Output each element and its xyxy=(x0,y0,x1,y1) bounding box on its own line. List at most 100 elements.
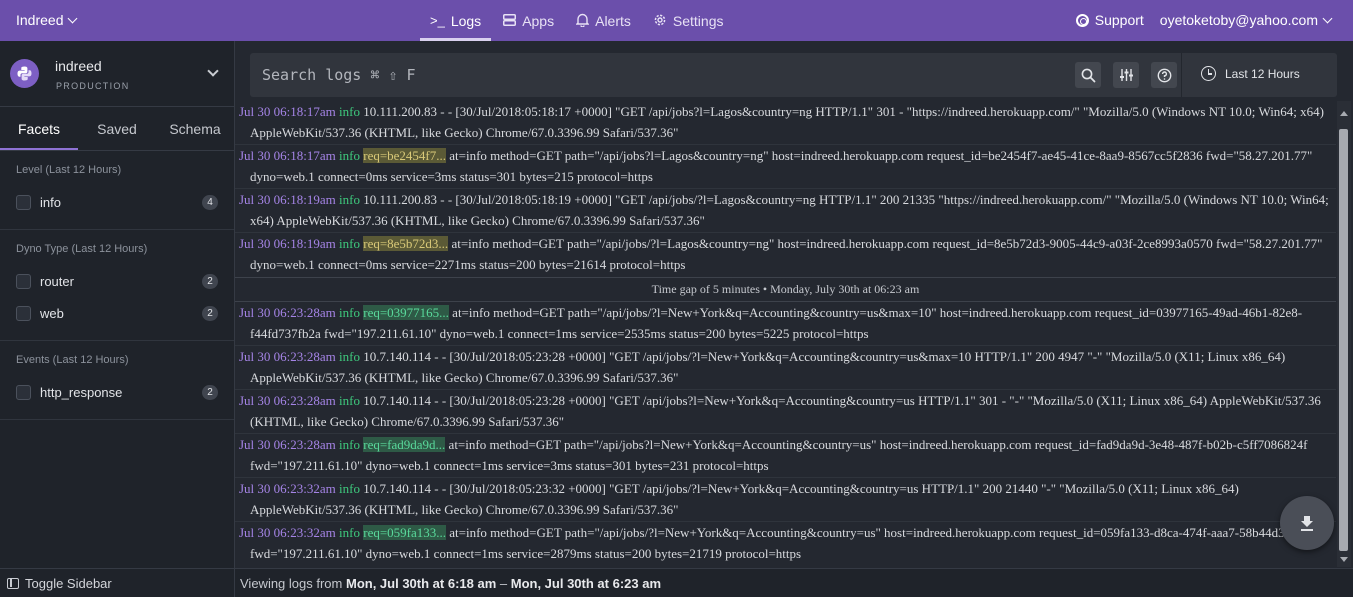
facet-count-badge: 2 xyxy=(202,384,218,400)
log-scrollbar[interactable] xyxy=(1337,101,1351,567)
log-message: 10.111.200.83 - - [30/Jul/2018:05:18:19 … xyxy=(250,192,1329,228)
log-level[interactable]: info xyxy=(339,104,360,119)
nav-settings[interactable]: Settings xyxy=(643,0,734,41)
support-link[interactable]: Support xyxy=(1075,12,1144,28)
footer-separator: – xyxy=(499,575,508,591)
log-stream[interactable]: Time gap of 5 minutes • Monday, July 30t… xyxy=(235,101,1336,567)
facet-checkbox[interactable] xyxy=(16,273,31,289)
tab-saved[interactable]: Saved xyxy=(78,107,156,150)
search-bar-divider xyxy=(1181,53,1182,97)
log-timestamp[interactable]: Jul 30 06:23:28am xyxy=(239,349,336,364)
nav-alerts-label: Alerts xyxy=(595,12,631,29)
help-button[interactable] xyxy=(1151,62,1177,88)
log-level[interactable]: info xyxy=(339,192,360,207)
log-line[interactable]: Jul 30 06:18:17am info 10.111.200.83 - -… xyxy=(239,101,1331,143)
log-line[interactable]: Jul 30 06:18:19am info 10.111.200.83 - -… xyxy=(239,189,1331,231)
facet-item-http-response[interactable]: http_response 2 xyxy=(16,382,218,402)
app-switcher-label: Indreed xyxy=(16,12,64,28)
python-icon xyxy=(17,66,32,81)
log-timestamp[interactable]: Jul 30 06:23:28am xyxy=(239,437,336,452)
log-level[interactable]: info xyxy=(339,481,360,496)
download-logs-button[interactable] xyxy=(1280,496,1334,550)
facet-count-badge: 4 xyxy=(202,194,218,210)
log-line[interactable]: Jul 30 06:23:32am info 10.7.140.114 - - … xyxy=(239,478,1331,520)
facet-count-badge: 2 xyxy=(202,305,218,321)
log-timestamp[interactable]: Jul 30 06:18:17am xyxy=(239,148,336,163)
app-environment: PRODUCTION xyxy=(56,81,130,91)
facet-checkbox[interactable] xyxy=(16,305,31,321)
download-icon xyxy=(1301,516,1313,531)
facet-label: http_response xyxy=(40,384,123,400)
log-timestamp[interactable]: Jul 30 06:18:19am xyxy=(239,236,336,251)
search-button[interactable] xyxy=(1075,62,1101,88)
clock-icon xyxy=(1201,66,1216,81)
user-menu[interactable]: oyetoketoby@yahoo.com xyxy=(1160,12,1333,28)
log-line[interactable]: Jul 30 06:23:28am info 10.7.140.114 - - … xyxy=(239,346,1331,388)
log-level[interactable]: info xyxy=(339,349,360,364)
facet-group-title: Events (Last 12 Hours) xyxy=(16,354,129,366)
facet-label: web xyxy=(40,305,64,321)
log-timestamp[interactable]: Jul 30 06:23:28am xyxy=(239,305,336,320)
log-line[interactable]: Jul 30 06:23:28am info 10.7.140.114 - - … xyxy=(239,390,1331,432)
facet-group-title: Level (Last 12 Hours) xyxy=(16,164,122,176)
app-switcher[interactable]: Indreed xyxy=(16,12,78,28)
log-level[interactable]: info xyxy=(339,437,360,452)
filters-button[interactable] xyxy=(1113,62,1139,88)
nav-alerts[interactable]: Alerts xyxy=(566,0,641,41)
request-id-tag[interactable]: req=fad9da9d... xyxy=(363,437,446,452)
log-line[interactable]: Jul 30 06:23:28am info req=fad9da9d... a… xyxy=(239,434,1331,476)
log-level[interactable]: info xyxy=(339,305,360,320)
request-id-tag[interactable]: req=03977165... xyxy=(363,305,449,320)
top-nav-bar: Indreed >_ Logs Apps Alerts Settings Sup… xyxy=(0,0,1353,41)
scroll-down-arrow[interactable] xyxy=(1340,557,1348,562)
request-id-tag[interactable]: req=be2454f7... xyxy=(363,148,447,163)
facet-item-router[interactable]: router 2 xyxy=(16,271,218,291)
log-message: 10.7.140.114 - - [30/Jul/2018:05:23:28 +… xyxy=(250,393,1321,429)
apps-icon xyxy=(503,13,517,28)
facet-item-web[interactable]: web 2 xyxy=(16,303,218,323)
log-line[interactable]: Jul 30 06:23:32am info req=059fa133... a… xyxy=(239,522,1331,564)
request-id-tag[interactable]: req=8e5b72d3... xyxy=(363,236,449,251)
log-line[interactable]: Jul 30 06:18:17am info req=be2454f7... a… xyxy=(239,145,1331,187)
time-range-picker[interactable]: Last 12 Hours xyxy=(1201,66,1300,81)
app-selector[interactable]: indreed PRODUCTION xyxy=(0,41,234,107)
chevron-down-icon xyxy=(1322,13,1333,23)
bell-icon xyxy=(575,13,590,29)
nav-apps-label: Apps xyxy=(522,12,555,29)
facet-checkbox[interactable] xyxy=(16,194,31,210)
footer-prefix: Viewing logs from xyxy=(240,575,343,591)
scroll-up-arrow[interactable] xyxy=(1340,111,1348,116)
request-id-tag[interactable]: req=059fa133... xyxy=(363,525,447,540)
facet-checkbox[interactable] xyxy=(16,384,31,400)
scroll-thumb[interactable] xyxy=(1339,129,1348,551)
chevron-down-icon xyxy=(68,13,78,23)
log-message: 10.111.200.83 - - [30/Jul/2018:05:18:17 … xyxy=(250,104,1324,140)
time-range-label: Last 12 Hours xyxy=(1225,66,1300,81)
log-timestamp[interactable]: Jul 30 06:23:32am xyxy=(239,525,336,540)
log-level[interactable]: info xyxy=(339,393,360,408)
log-line[interactable]: Jul 30 06:23:28am info req=03977165... a… xyxy=(239,302,1331,344)
facet-item-info[interactable]: info 4 xyxy=(16,192,218,212)
log-timestamp[interactable]: Jul 30 06:23:28am xyxy=(239,393,336,408)
search-bar: Last 12 Hours xyxy=(250,53,1337,97)
nav-apps[interactable]: Apps xyxy=(493,0,564,41)
search-input[interactable] xyxy=(250,53,1070,97)
log-timestamp[interactable]: Jul 30 06:18:19am xyxy=(239,192,336,207)
log-line[interactable]: Jul 30 06:18:19am info req=8e5b72d3... a… xyxy=(239,233,1331,275)
toggle-sidebar-button[interactable]: Toggle Sidebar xyxy=(0,568,235,597)
log-level[interactable]: info xyxy=(339,148,360,163)
log-timestamp[interactable]: Jul 30 06:18:17am xyxy=(239,104,336,119)
log-level[interactable]: info xyxy=(339,236,360,251)
nav-logs[interactable]: >_ Logs xyxy=(420,0,492,41)
search-icon xyxy=(1081,68,1095,82)
help-icon xyxy=(1157,68,1171,82)
log-timestamp[interactable]: Jul 30 06:23:32am xyxy=(239,481,336,496)
app-avatar xyxy=(10,59,39,88)
tab-schema[interactable]: Schema xyxy=(156,107,234,150)
support-label: Support xyxy=(1094,12,1144,28)
toggle-sidebar-label: Toggle Sidebar xyxy=(25,575,112,591)
tab-facets[interactable]: Facets xyxy=(0,107,78,150)
log-level[interactable]: info xyxy=(339,525,360,540)
chevron-down-icon xyxy=(207,65,219,77)
nav-settings-label: Settings xyxy=(672,12,724,29)
